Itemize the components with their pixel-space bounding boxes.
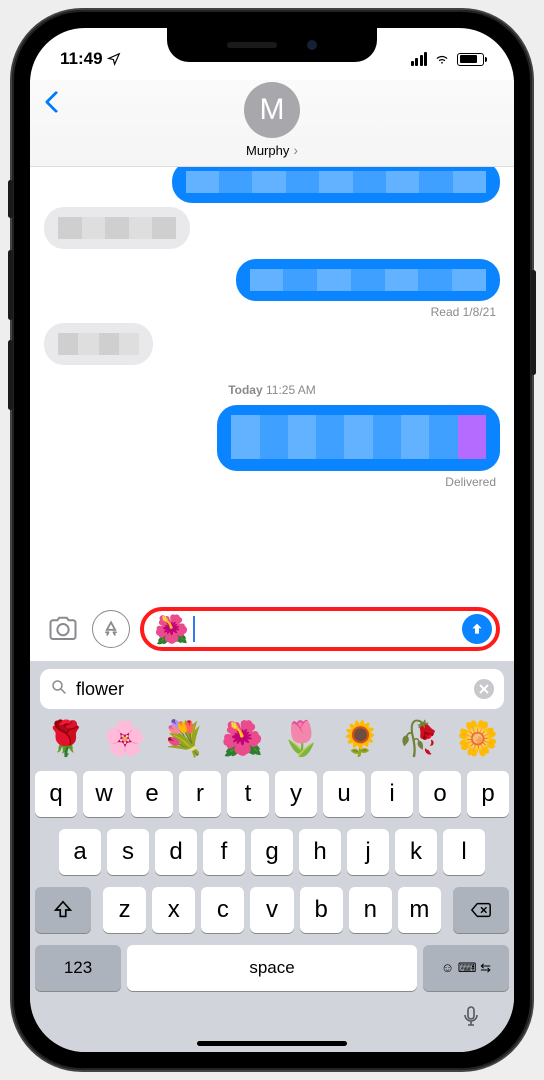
received-message[interactable] [44, 207, 190, 249]
key-s[interactable]: s [107, 829, 149, 875]
messages-list[interactable]: Read 1/8/21 Today 11:25 AM Delivered [30, 167, 514, 601]
message-input[interactable]: 🌺 [140, 607, 500, 651]
close-icon [479, 684, 489, 694]
emoji-result[interactable]: 🌹 [44, 719, 88, 759]
key-v[interactable]: v [250, 887, 293, 933]
sent-message[interactable] [172, 167, 500, 203]
key-k[interactable]: k [395, 829, 437, 875]
emoji-result[interactable]: 🌸 [103, 719, 147, 759]
emoji-search-input[interactable] [76, 679, 466, 700]
key-f[interactable]: f [203, 829, 245, 875]
camera-button[interactable] [44, 610, 82, 648]
dictation-icon[interactable] [459, 1004, 483, 1028]
space-key[interactable]: space [127, 945, 417, 991]
key-e[interactable]: e [131, 771, 173, 817]
key-i[interactable]: i [371, 771, 413, 817]
contact-avatar[interactable]: M [244, 82, 300, 138]
key-n[interactable]: n [349, 887, 392, 933]
emoji-result[interactable]: 💐 [162, 719, 206, 759]
emoji-result[interactable]: 🌷 [279, 719, 323, 759]
text-cursor [193, 616, 195, 642]
clear-search-button[interactable] [474, 679, 494, 699]
shift-key[interactable] [35, 887, 91, 933]
key-q[interactable]: q [35, 771, 77, 817]
timestamp-separator: Today 11:25 AM [44, 383, 500, 397]
key-r[interactable]: r [179, 771, 221, 817]
emoji-search-bar[interactable] [40, 669, 504, 709]
key-c[interactable]: c [201, 887, 244, 933]
compose-row: 🌺 [30, 601, 514, 661]
delivered-label: Delivered [48, 475, 496, 489]
key-g[interactable]: g [251, 829, 293, 875]
emoji-results-row: 🌹 🌸 💐 🌺 🌷 🌻 🥀 🌼 [30, 715, 514, 767]
sent-message[interactable] [217, 405, 500, 471]
key-x[interactable]: x [152, 887, 195, 933]
key-j[interactable]: j [347, 829, 389, 875]
received-message[interactable] [44, 323, 153, 365]
camera-icon [48, 614, 78, 644]
emoji-result[interactable]: 🌼 [456, 719, 500, 759]
key-d[interactable]: d [155, 829, 197, 875]
key-l[interactable]: l [443, 829, 485, 875]
app-store-button[interactable] [92, 610, 130, 648]
status-time: 11:49 [60, 49, 103, 69]
wifi-icon [433, 52, 451, 66]
conversation-header: M Murphy [30, 80, 514, 167]
sent-message[interactable] [236, 259, 500, 301]
input-mode-key[interactable]: ☺ ⌨ ⇆ [423, 945, 509, 991]
location-arrow-icon [107, 52, 121, 66]
backspace-icon [470, 899, 492, 921]
emoji-result[interactable]: 🥀 [397, 719, 441, 759]
emoji-globe-icon: ☺ ⌨ ⇆ [441, 960, 491, 976]
key-u[interactable]: u [323, 771, 365, 817]
key-a[interactable]: a [59, 829, 101, 875]
app-store-icon [101, 619, 121, 639]
keyboard-area: 🌹 🌸 💐 🌺 🌷 🌻 🥀 🌼 qwertyuiop asdfghjkl zxcvbnm 12… [30, 661, 514, 1052]
contact-name[interactable]: Murphy [246, 142, 298, 158]
battery-icon [457, 53, 484, 66]
composed-emoji: 🌺 [154, 613, 189, 646]
key-m[interactable]: m [398, 887, 441, 933]
status-right [411, 52, 485, 66]
key-h[interactable]: h [299, 829, 341, 875]
arrow-up-icon [469, 621, 485, 637]
read-receipt: Read 1/8/21 [48, 305, 496, 319]
key-o[interactable]: o [419, 771, 461, 817]
send-button[interactable] [462, 614, 492, 644]
key-w[interactable]: w [83, 771, 125, 817]
key-y[interactable]: y [275, 771, 317, 817]
back-button[interactable] [45, 91, 68, 114]
key-b[interactable]: b [300, 887, 343, 933]
key-z[interactable]: z [103, 887, 146, 933]
cellular-signal-icon [411, 52, 428, 66]
home-indicator[interactable] [197, 1041, 347, 1046]
keyboard: qwertyuiop asdfghjkl zxcvbnm 123 space ☺… [30, 767, 514, 1046]
emoji-result[interactable]: 🌺 [221, 719, 265, 759]
key-t[interactable]: t [227, 771, 269, 817]
backspace-key[interactable] [453, 887, 509, 933]
emoji-result[interactable]: 🌻 [338, 719, 382, 759]
shift-icon [52, 899, 74, 921]
numbers-key[interactable]: 123 [35, 945, 121, 991]
key-p[interactable]: p [467, 771, 509, 817]
search-icon [50, 678, 68, 701]
